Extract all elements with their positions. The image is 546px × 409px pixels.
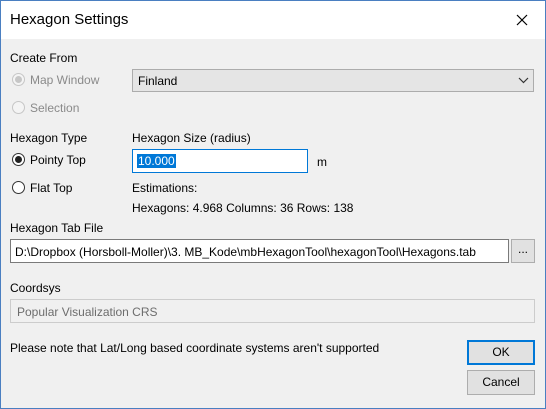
- coordsys-value: Popular Visualization CRS: [17, 305, 158, 319]
- chevron-down-icon: [518, 77, 529, 84]
- map-window-radio[interactable]: [12, 73, 25, 86]
- pointy-top-radio[interactable]: [12, 153, 25, 166]
- hexagon-size-value: 10.000: [137, 154, 176, 168]
- selection-radio[interactable]: [12, 101, 25, 114]
- flat-top-label: Flat Top: [30, 181, 73, 195]
- selection-label: Selection: [30, 101, 80, 115]
- size-unit: m: [317, 155, 327, 169]
- coordsys-field: Popular Visualization CRS: [10, 299, 535, 323]
- map-select-value: Finland: [138, 74, 178, 88]
- estimations-heading: Estimations:: [132, 181, 198, 195]
- hexagon-settings-dialog: Hexagon Settings Create From Map Window …: [0, 0, 546, 409]
- close-button[interactable]: [499, 1, 545, 39]
- browse-button[interactable]: ...: [511, 239, 535, 263]
- map-select[interactable]: Finland: [132, 69, 534, 92]
- tab-file-path: D:\Dropbox (Horsboll-Moller)\3. MB_Kode\…: [15, 245, 476, 259]
- hexagon-type-heading: Hexagon Type: [10, 131, 88, 145]
- dialog-title: Hexagon Settings: [10, 11, 129, 28]
- pointy-top-label: Pointy Top: [30, 153, 86, 167]
- map-window-label: Map Window: [30, 73, 100, 87]
- flat-top-radio[interactable]: [12, 181, 25, 194]
- hexagon-size-input[interactable]: 10.000: [132, 149, 308, 173]
- cancel-button[interactable]: Cancel: [467, 370, 535, 395]
- close-icon: [516, 14, 528, 26]
- title-bar: Hexagon Settings: [1, 1, 545, 39]
- hexagon-size-heading: Hexagon Size (radius): [132, 131, 251, 145]
- tab-file-input[interactable]: D:\Dropbox (Horsboll-Moller)\3. MB_Kode\…: [10, 239, 509, 263]
- estimations-summary: Hexagons: 4.968 Columns: 36 Rows: 138: [132, 201, 354, 215]
- latlong-note: Please note that Lat/Long based coordina…: [10, 341, 380, 355]
- ok-button[interactable]: OK: [467, 340, 535, 365]
- create-from-heading: Create From: [10, 51, 78, 65]
- coordsys-heading: Coordsys: [10, 281, 61, 295]
- tab-file-heading: Hexagon Tab File: [10, 221, 104, 235]
